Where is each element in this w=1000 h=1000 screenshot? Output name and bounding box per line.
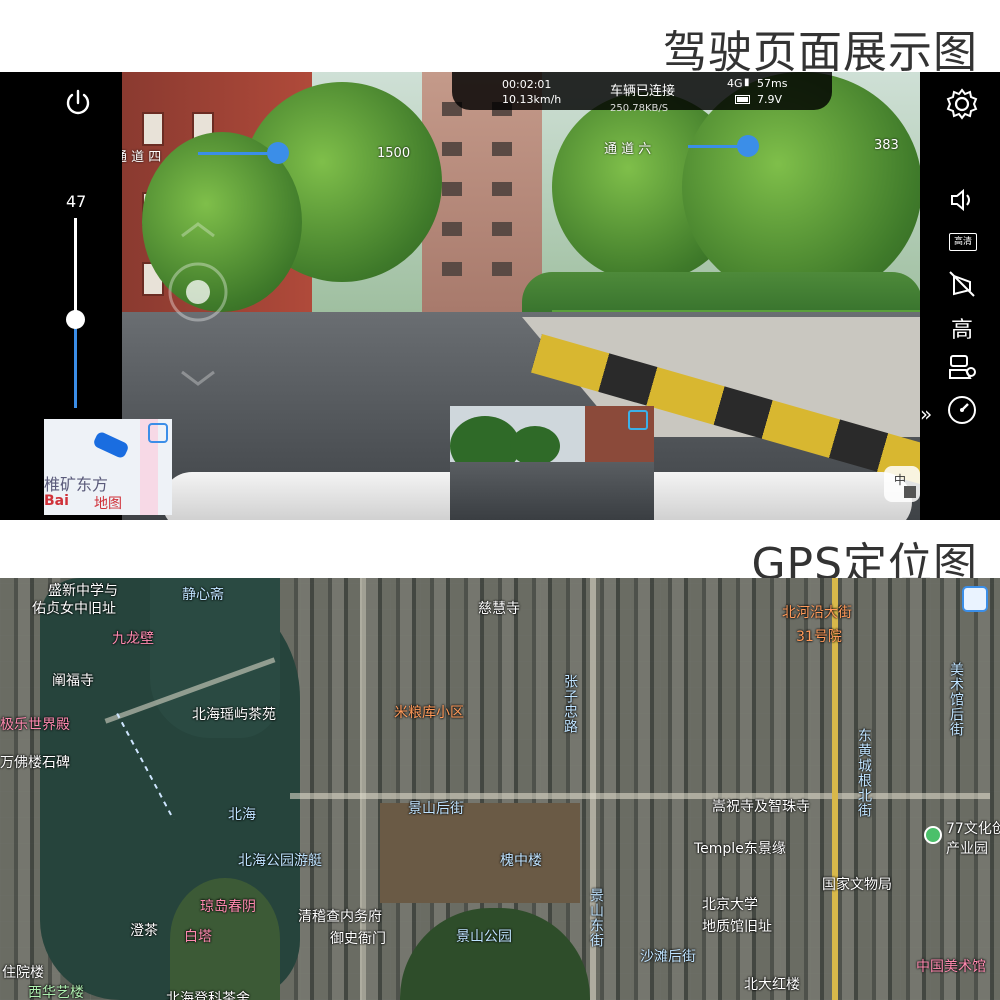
map-label-dongcheng[interactable]: 东黄城根北街	[854, 728, 874, 818]
hd-quality-badge[interactable]: 高清	[949, 233, 977, 251]
map-label-beihai[interactable]: 北海	[228, 804, 256, 824]
map-label-jspark[interactable]: 景山公园	[456, 926, 512, 946]
mini-map[interactable]: 椎矿东方 Bai 地图	[44, 419, 172, 515]
map-label-chanfu[interactable]: 阐福寺	[52, 670, 94, 690]
light-off-icon[interactable]	[946, 268, 978, 300]
map-label-beidahong[interactable]: 北大红楼	[744, 974, 800, 994]
joystick-control[interactable]	[162, 222, 242, 392]
channel4-label: 通 道 四	[122, 150, 162, 165]
gear-icon[interactable]	[946, 88, 978, 120]
map-palace-area	[380, 803, 580, 903]
channel6-value: 383	[874, 138, 899, 153]
gps-location-pin-icon	[924, 826, 942, 844]
map-label-temple[interactable]: Temple东景缘	[694, 838, 786, 858]
mini-map-brand-suffix: 地图	[94, 496, 122, 512]
map-city-blocks	[280, 578, 1000, 1000]
map-label-qingji[interactable]: 清稽查内务府	[298, 906, 382, 926]
data-rate: 250.78KB/S	[610, 103, 669, 114]
map-expand-icon[interactable]	[962, 586, 988, 612]
throttle-slider-knob[interactable]	[66, 309, 85, 329]
quality-level-label[interactable]: 高	[951, 312, 973, 344]
drive-speed: 10.13km/h	[502, 93, 562, 106]
map-label-xihua[interactable]: 西华艺楼	[28, 982, 84, 1000]
map-road	[290, 793, 990, 799]
map-label-shatan[interactable]: 沙滩后街	[640, 946, 696, 966]
map-label-chengcha[interactable]: 澄茶	[130, 920, 158, 940]
mini-map-car-icon	[92, 430, 130, 460]
driving-section-title: 驾驶页面展示图	[663, 27, 978, 78]
map-label-pku[interactable]: 北京大学	[702, 894, 758, 914]
map-label-yushi[interactable]: 御史衙门	[330, 928, 386, 948]
mini-map-brand: Bai	[44, 493, 69, 509]
inset-tree	[510, 426, 560, 466]
map-label-jingxin[interactable]: 静心斋	[182, 584, 224, 604]
map-label-jshdong[interactable]: 景山东街	[586, 888, 606, 948]
network-type: 4G	[727, 77, 743, 90]
map-label-songzhu[interactable]: 嵩祝寺及智珠寺	[712, 796, 810, 816]
throttle-value: 47	[66, 192, 87, 211]
battery-voltage: 7.9V	[757, 93, 783, 106]
map-label-beihaideng[interactable]: 北海登科茶舍	[166, 988, 250, 1000]
chevron-right-double-icon[interactable]: »	[920, 402, 932, 426]
map-label-cishou[interactable]: 慈慧寺	[478, 598, 520, 618]
svg-text:中: 中	[894, 472, 906, 487]
inset-road	[450, 462, 654, 520]
inset-expand-icon[interactable]	[628, 410, 648, 430]
map-label-wanfo[interactable]: 万佛楼石碑	[0, 752, 70, 772]
channel4-slider-track[interactable]	[198, 152, 278, 155]
signal-icon: ▮	[744, 77, 750, 88]
speedometer-icon[interactable]	[946, 394, 978, 426]
channel6-label: 通 道 六	[604, 142, 652, 157]
map-label-baita[interactable]: 白塔	[184, 926, 212, 946]
map-label-dizhi[interactable]: 地质馆旧址	[702, 916, 772, 936]
status-capsule: 00:02:01 10.13km/h 车辆已连接 250.78KB/S 4G ▮…	[452, 72, 832, 114]
mini-map-expand-icon[interactable]	[148, 423, 168, 443]
map-label-guojia[interactable]: 国家文物局	[822, 874, 892, 894]
map-label-meishu[interactable]: 美术馆后街	[946, 662, 966, 737]
mini-map-place: 椎矿东方	[44, 475, 109, 494]
map-label-zhongguo[interactable]: 中国美术馆	[916, 956, 986, 976]
vehicle-location-icon[interactable]	[946, 352, 978, 384]
channel4-value: 1500	[377, 146, 411, 161]
map-label-bhpark[interactable]: 北海公园游艇	[238, 850, 322, 870]
map-label-guozhong[interactable]: 槐中楼	[500, 850, 542, 870]
map-label-jiulongbi[interactable]: 九龙壁	[112, 628, 154, 648]
connection-status: 车辆已连接	[610, 84, 676, 99]
map-label-shengxin[interactable]: 盛新中学与	[48, 580, 118, 600]
network-ping: 57ms	[757, 77, 788, 90]
battery-icon	[735, 95, 750, 104]
map-label-chanye[interactable]: 产业园	[946, 838, 988, 858]
map-label-youzhen[interactable]: 佑贞女中旧址	[32, 598, 116, 618]
throttle-slider-fill	[74, 318, 77, 408]
driving-screen: 通 道 四 1500 通 道 六 383 00:02:01 10.13km/h …	[0, 72, 1000, 520]
map-label-yaoyu[interactable]: 北海瑶屿茶苑	[192, 704, 276, 724]
drive-time: 00:02:01	[502, 78, 552, 91]
map-label-beiheyan[interactable]: 北河沿大街	[782, 602, 852, 622]
speaker-icon[interactable]	[946, 184, 978, 216]
rear-camera-inset[interactable]	[450, 406, 654, 520]
power-icon[interactable]	[63, 88, 93, 118]
map-label-culture77[interactable]: 77文化创意	[946, 818, 1000, 838]
map-label-zhangzi[interactable]: 张子忠路	[560, 674, 580, 734]
map-label-qiongdao[interactable]: 琼岛春阴	[200, 896, 256, 916]
channel6-slider-knob[interactable]	[737, 135, 759, 157]
map-label-yard31[interactable]: 31号院	[796, 626, 842, 646]
camera-switch-icon[interactable]: 中	[882, 464, 920, 504]
map-label-jile[interactable]: 极乐世界殿	[0, 714, 70, 734]
gps-map[interactable]: 盛新中学与 佑贞女中旧址 静心斋九龙壁阐福寺极乐世界殿万佛楼石碑 北海瑶屿茶苑北海北海…	[0, 578, 1000, 1000]
channel4-slider-knob[interactable]	[267, 142, 289, 164]
map-label-zhuyuan[interactable]: 住院楼	[2, 962, 44, 982]
map-label-jshouj[interactable]: 景山后街	[408, 798, 464, 818]
map-label-miliang[interactable]: 米粮库小区	[394, 702, 464, 722]
